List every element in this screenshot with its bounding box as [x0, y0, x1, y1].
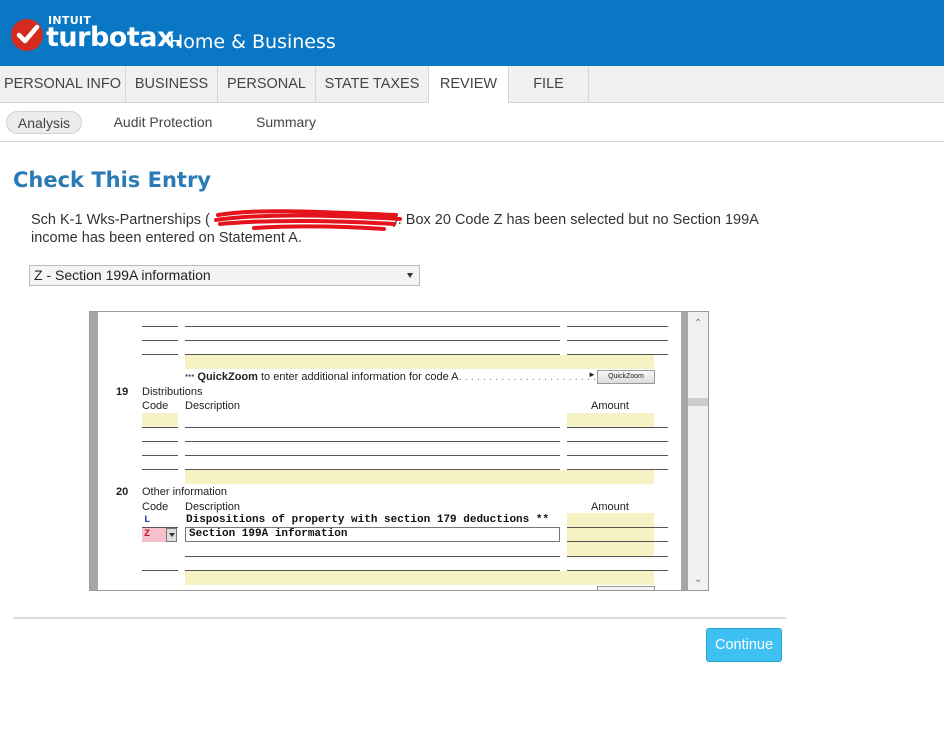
select-value: Z - Section 199A information: [34, 267, 211, 283]
form-line: [142, 570, 178, 571]
tab-state-taxes[interactable]: STATE TAXES: [316, 66, 429, 103]
form-line: [185, 556, 560, 557]
tab-business[interactable]: BUSINESS: [126, 66, 218, 103]
form-line: [142, 427, 178, 428]
form-yellow-field[interactable]: [142, 413, 178, 427]
form-yellow-field[interactable]: [567, 513, 654, 556]
red-scribble-redaction: [214, 209, 402, 231]
line-19-label: Distributions: [142, 386, 203, 398]
page-title: Check This Entry: [13, 168, 211, 192]
quickzoom-button[interactable]: QuickZoom: [597, 370, 655, 384]
tab-personal-info[interactable]: PERSONAL INFO: [0, 66, 126, 103]
turbotax-brand: turbotax.: [46, 22, 184, 53]
col-amount-label: Amount: [591, 400, 629, 412]
row-l-description[interactable]: Dispositions of property with section 17…: [186, 514, 549, 526]
form-line: [567, 527, 668, 528]
scroll-up-icon[interactable]: ⌃: [694, 318, 702, 329]
form-line: [567, 455, 668, 456]
col-code-label: Code: [142, 501, 169, 513]
row-z-description: Section 199A information: [189, 528, 348, 540]
form-left-border: [90, 312, 98, 590]
tab-file[interactable]: FILE: [509, 66, 589, 103]
tab-review[interactable]: REVIEW: [429, 66, 509, 104]
form-line: [185, 427, 560, 428]
form-line: [142, 326, 178, 327]
main-tabs: PERSONAL INFO BUSINESS PERSONAL STATE TA…: [0, 66, 944, 104]
form-yellow-field[interactable]: [185, 470, 654, 484]
error-message: Sch K-1 Wks-Partnerships (). Box 20 Code…: [31, 211, 781, 247]
form-line: [567, 340, 668, 341]
app-header: INTUIT turbotax. Home & Business: [0, 0, 944, 66]
col-description-label: Description: [185, 400, 241, 412]
form-line: [185, 326, 560, 327]
row-z-code: Z: [144, 529, 151, 540]
entry-select-dropdown[interactable]: Z - Section 199A information: [29, 265, 420, 286]
col-code-label: Code: [142, 400, 169, 412]
form-yellow-field[interactable]: [567, 413, 654, 427]
message-prefix: Sch K-1 Wks-Partnerships (: [31, 212, 210, 228]
form-line: [142, 441, 178, 442]
form-line: [185, 455, 560, 456]
col-amount-label: Amount: [591, 501, 629, 513]
col-description-label: Description: [185, 501, 241, 513]
form-scrollbar[interactable]: ⌃ ⌄: [688, 312, 708, 590]
form-line: [567, 326, 668, 327]
turbotax-check-logo-icon: [11, 19, 43, 51]
product-name: Home & Business: [169, 31, 336, 53]
form-line: [567, 541, 668, 542]
form-line: [142, 354, 178, 355]
chevron-down-icon: [407, 273, 413, 278]
form-right-border: [681, 312, 688, 590]
sub-tabs: Analysis Audit Protection Summary: [0, 103, 944, 142]
code-dropdown-icon[interactable]: [166, 528, 177, 542]
scroll-down-icon[interactable]: ⌄: [694, 574, 702, 585]
form-line: [567, 556, 668, 557]
scrollbar-thumb[interactable]: [688, 398, 708, 406]
form-line: [142, 340, 178, 341]
section-divider: [13, 617, 786, 619]
subtab-audit-protection[interactable]: Audit Protection: [103, 111, 223, 134]
form-yellow-field[interactable]: [185, 355, 654, 369]
form-line: [567, 441, 668, 442]
form-preview: *** QuickZoom to enter additional inform…: [89, 311, 709, 591]
subtab-summary[interactable]: Summary: [247, 111, 325, 134]
line-19-number: 19: [116, 386, 129, 398]
line-20-label: Other information: [142, 486, 227, 498]
quickzoom-text: *** QuickZoom to enter additional inform…: [185, 371, 603, 383]
form-line: [142, 455, 178, 456]
form-line: [185, 340, 560, 341]
continue-button[interactable]: Continue: [706, 628, 782, 662]
row-l-code[interactable]: L: [144, 515, 150, 526]
tab-personal[interactable]: PERSONAL: [218, 66, 316, 103]
form-yellow-field[interactable]: [185, 571, 654, 585]
arrow-right-icon: ►: [588, 370, 596, 379]
line-20-number: 20: [116, 486, 129, 498]
form-line: [185, 441, 560, 442]
quickzoom-button-partial[interactable]: [597, 586, 655, 590]
subtab-analysis[interactable]: Analysis: [6, 111, 82, 134]
form-line: [567, 427, 668, 428]
form-line: [142, 469, 178, 470]
